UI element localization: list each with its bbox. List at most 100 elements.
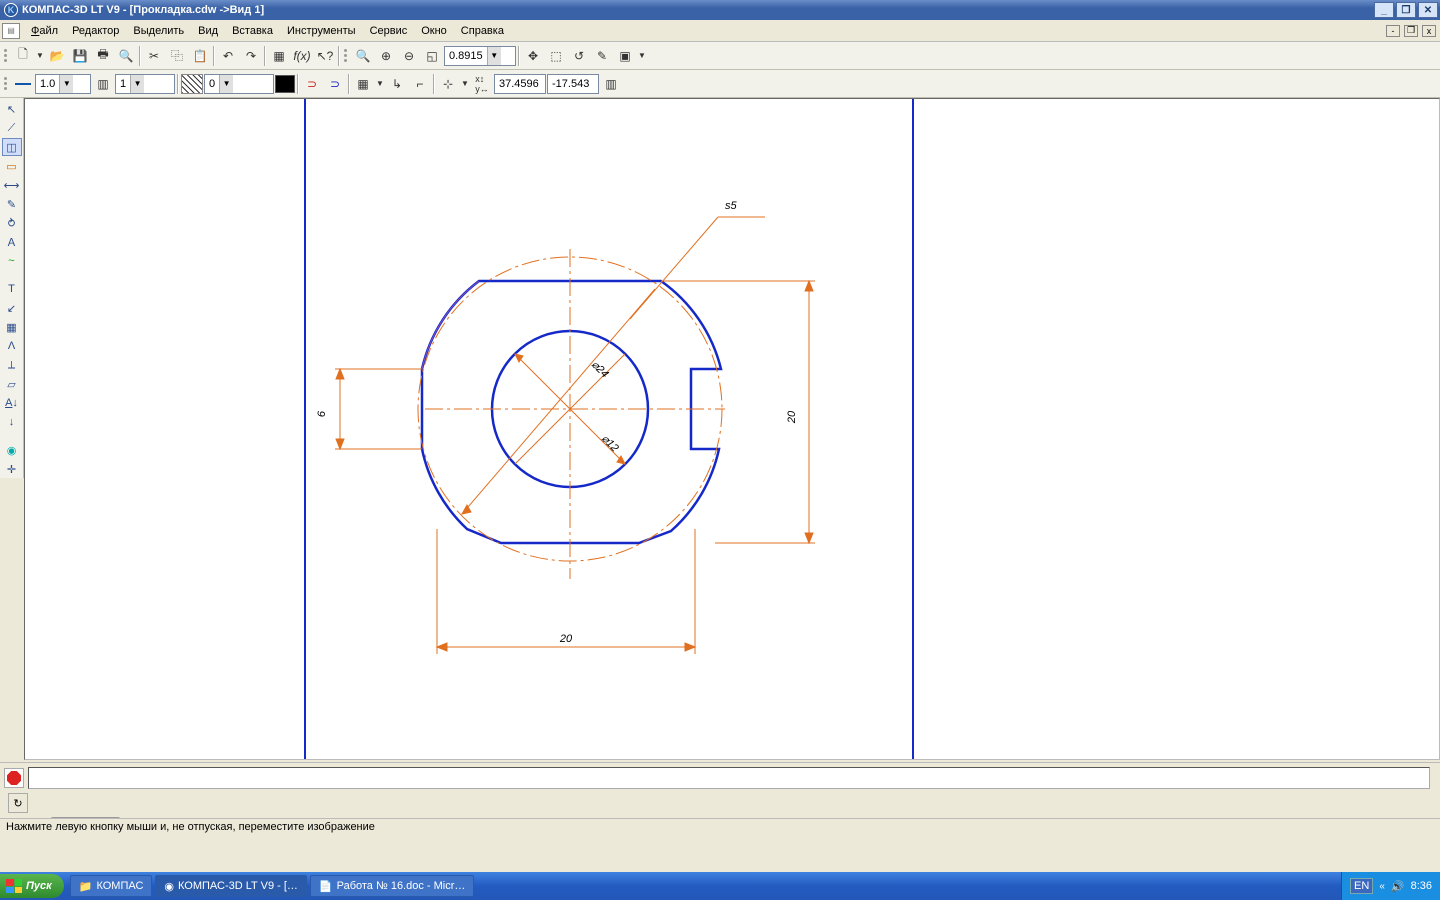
zoom-fit-button[interactable]: 🔍	[352, 45, 374, 67]
line-tool[interactable]: ⟋	[2, 119, 22, 137]
drawing-canvas[interactable]: 6 20 20 s5 ⌀24 ⌀12	[24, 98, 1440, 760]
magnet-on[interactable]: ⊃	[301, 73, 323, 95]
menubar: ▤ Файл Редактор Выделить Вид Вставка Инс…	[0, 20, 1440, 42]
hatch-swatch[interactable]	[181, 74, 203, 94]
restore-button[interactable]: ❐	[1396, 2, 1416, 18]
base-tool[interactable]: ⟂	[2, 356, 22, 374]
dims-tool[interactable]: ⟷	[2, 176, 22, 194]
grid-button[interactable]: ▦	[352, 73, 374, 95]
text-tool[interactable]: T	[2, 280, 22, 298]
geometry-tool[interactable]: ◫	[2, 138, 22, 156]
show-all-button[interactable]: ▣	[614, 45, 636, 67]
mark-tool[interactable]: A↓	[2, 394, 22, 412]
paste-button[interactable]: 📋	[189, 45, 211, 67]
preview-button[interactable]: 🔍	[115, 45, 137, 67]
rect-tool[interactable]: ▭	[2, 157, 22, 175]
grip-icon[interactable]	[342, 45, 349, 67]
zoom-window-button[interactable]: ◱	[421, 45, 443, 67]
param-tool[interactable]: ⥁	[2, 214, 22, 232]
arrow-tool[interactable]: ↓	[2, 413, 22, 431]
weld-tool[interactable]: ▱	[2, 375, 22, 393]
table-tool[interactable]: ▦	[2, 318, 22, 336]
lang-indicator[interactable]: EN	[1350, 878, 1373, 894]
3d-tool[interactable]: ◉	[2, 441, 22, 459]
clock[interactable]: 8:36	[1411, 880, 1432, 892]
zoom-value: 0.8915	[445, 50, 487, 62]
grip-icon[interactable]	[2, 73, 9, 95]
show-all-dd[interactable]: ▼	[637, 45, 647, 67]
axis-tool[interactable]: ✛	[2, 460, 22, 478]
redo-button[interactable]: ↷	[240, 45, 262, 67]
tray-icon[interactable]: 🔊	[1391, 880, 1405, 893]
task-folder[interactable]: 📁 КОМПАС	[70, 875, 153, 897]
magnet-off[interactable]: ⊃	[324, 73, 346, 95]
select-tool[interactable]: ↖	[2, 100, 22, 118]
print-button[interactable]: 🖶	[92, 45, 114, 67]
task-kompas[interactable]: ◉ КОМПАС-3D LT V9 - […	[155, 875, 307, 897]
coord-x[interactable]: 37.4596	[494, 74, 546, 94]
props-button[interactable]: ▦	[268, 45, 290, 67]
open-button[interactable]: 📂	[46, 45, 68, 67]
menu-edit[interactable]: Редактор	[65, 23, 126, 39]
offset-combo[interactable]: 0▼	[204, 74, 274, 94]
systray: EN « 🔊 8:36	[1341, 872, 1440, 900]
edit-tool[interactable]: ✎	[2, 195, 22, 213]
menu-tools[interactable]: Инструменты	[280, 23, 363, 39]
zoom-combo[interactable]: 0.8915▼	[444, 46, 516, 66]
coord-label[interactable]: x↕y↔	[471, 73, 493, 95]
undo-button[interactable]: ↶	[217, 45, 239, 67]
coord-origin-dd[interactable]: ▼	[460, 73, 470, 95]
layer-combo[interactable]: 1▼	[115, 74, 175, 94]
tray-expand[interactable]: «	[1379, 881, 1385, 892]
ortho-button[interactable]: ⌐	[409, 73, 431, 95]
menu-file[interactable]: Файл	[24, 23, 65, 39]
drawing-svg: 6 20 20 s5 ⌀24 ⌀12	[25, 99, 1440, 760]
start-button[interactable]: Пуск	[0, 874, 64, 898]
snap-button[interactable]: ↳	[386, 73, 408, 95]
new-button[interactable]: 🗋	[12, 45, 34, 67]
coord-y[interactable]: -17.543	[547, 74, 599, 94]
measure-tool[interactable]: Ａ	[2, 233, 22, 251]
cut-button[interactable]: ✂	[143, 45, 165, 67]
symbol-tool[interactable]: ~	[2, 252, 22, 270]
pan-button[interactable]: ✥	[522, 45, 544, 67]
mdi-restore[interactable]: ❐	[1404, 25, 1418, 37]
new-dd[interactable]: ▼	[35, 45, 45, 67]
linetype-button[interactable]: ▥	[92, 73, 114, 95]
menu-service[interactable]: Сервис	[363, 23, 415, 39]
menu-insert[interactable]: Вставка	[225, 23, 280, 39]
prev-view-button[interactable]: ↺	[568, 45, 590, 67]
save-button[interactable]: 💾	[69, 45, 91, 67]
coord-origin[interactable]: ⊹	[437, 73, 459, 95]
copy-button[interactable]: ⿻	[166, 45, 188, 67]
fx-button[interactable]: f(x)	[291, 45, 313, 67]
doc-icon[interactable]: ▤	[2, 23, 20, 39]
color-black[interactable]	[275, 75, 295, 93]
coord-btn[interactable]: ▥	[600, 73, 622, 95]
close-button[interactable]: ✕	[1418, 2, 1438, 18]
line-style[interactable]	[12, 73, 34, 95]
zoom-sel-button[interactable]: ⬚	[545, 45, 567, 67]
titlebar: K КОМПАС-3D LT V9 - [Прокладка.cdw ->Вид…	[0, 0, 1440, 20]
help-pointer[interactable]: ↖?	[314, 45, 336, 67]
minimize-button[interactable]: _	[1374, 2, 1394, 18]
rough-tool[interactable]: Λ	[2, 337, 22, 355]
menu-select[interactable]: Выделить	[126, 23, 191, 39]
menu-view[interactable]: Вид	[191, 23, 225, 39]
zoom-in-button[interactable]: ⊕	[375, 45, 397, 67]
command-input[interactable]	[28, 767, 1430, 789]
stop-button[interactable]	[4, 768, 24, 788]
mdi-close[interactable]: x	[1422, 25, 1436, 37]
leader-tool[interactable]: ↙	[2, 299, 22, 317]
menu-help[interactable]: Справка	[454, 23, 511, 39]
menu-window[interactable]: Окно	[414, 23, 454, 39]
refresh-icon[interactable]: ↻	[8, 793, 28, 813]
grip-icon[interactable]	[2, 45, 9, 67]
grid-dd[interactable]: ▼	[375, 73, 385, 95]
lineweight-combo[interactable]: 1.0▼	[35, 74, 91, 94]
redraw-button[interactable]: ✎	[591, 45, 613, 67]
mdi-minimize[interactable]: -	[1386, 25, 1400, 37]
zoom-out-button[interactable]: ⊖	[398, 45, 420, 67]
task-word[interactable]: 📄 Работа № 16.doc - Micr…	[310, 875, 475, 897]
window-title: КОМПАС-3D LT V9 - [Прокладка.cdw ->Вид 1…	[22, 4, 264, 16]
